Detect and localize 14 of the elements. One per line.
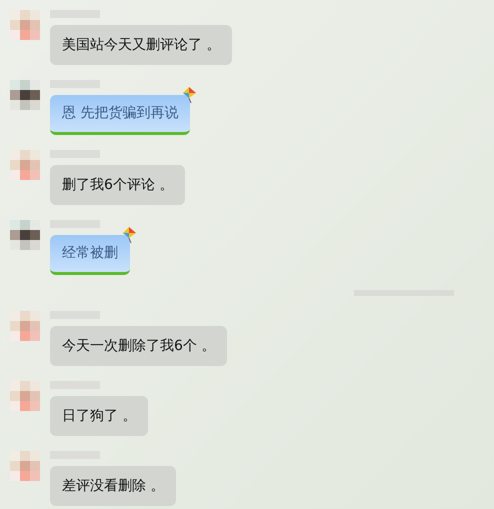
pixelated-avatar bbox=[10, 80, 40, 110]
pixelated-avatar bbox=[10, 150, 40, 180]
message-bubble: 差评没看删除 。 bbox=[50, 466, 176, 506]
kite-icon bbox=[182, 87, 196, 103]
pixelated-avatar bbox=[10, 10, 40, 40]
pixelated-avatar bbox=[10, 381, 40, 411]
pixelated-avatar bbox=[10, 220, 40, 250]
message-bubble: 美国站今天又删评论了 。 bbox=[50, 25, 232, 65]
pixelated-avatar bbox=[10, 311, 40, 341]
message-bubble: 日了狗了 。 bbox=[50, 396, 148, 436]
message-bubble: 删了我6个评论 。 bbox=[50, 165, 186, 205]
kite-icon bbox=[122, 227, 136, 243]
message-bubble: 今天一次删除了我6个 。 bbox=[50, 326, 228, 366]
pixelated-avatar bbox=[10, 451, 40, 481]
